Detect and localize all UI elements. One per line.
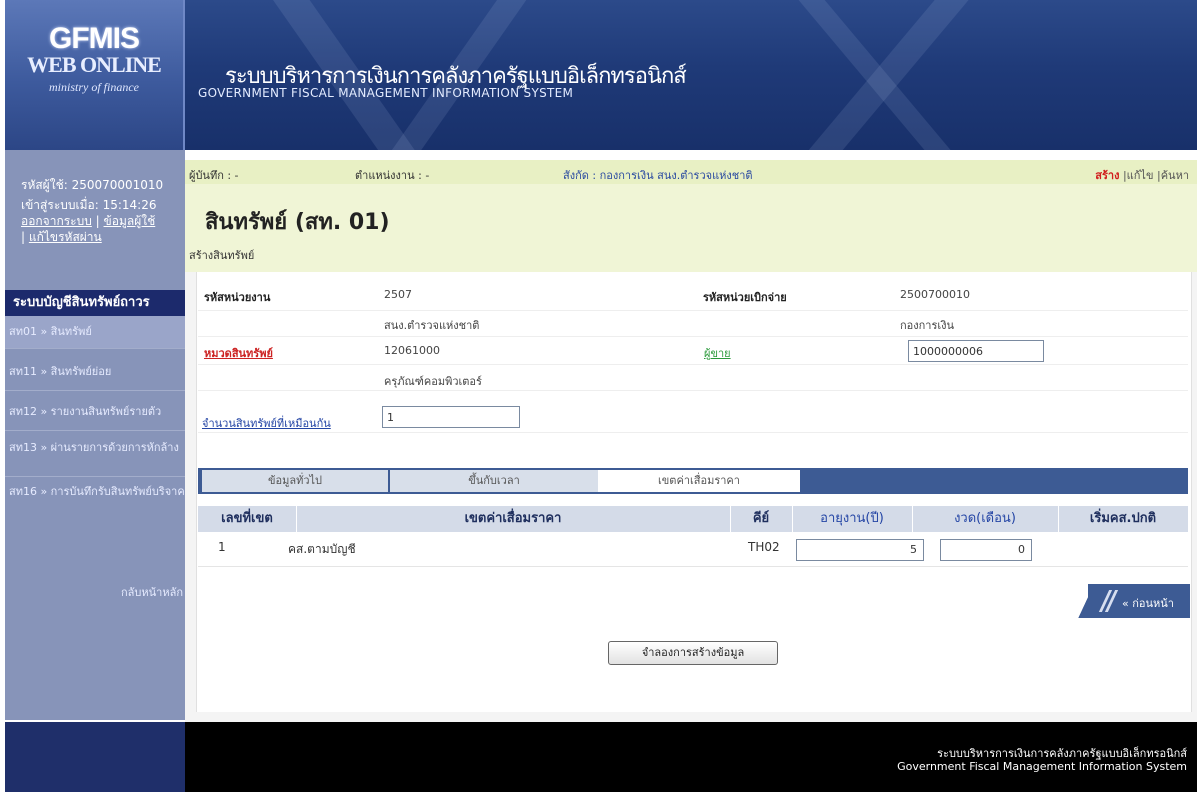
info-bar: ผู้บันทึก : - ตำแหน่งงาน : - สังกัด : กอ… [185,160,1197,185]
separator: | [21,230,29,244]
sidebar-item-st12[interactable]: สท12 » รายงานสินทรัพย์รายตัว [5,400,185,424]
logo-text: GFMIS [49,22,140,55]
sidebar-item-st01[interactable]: สท01 » สินทรัพย์ [5,316,185,348]
separator: | [95,214,104,228]
menu-title: ระบบบัญชีสินทรัพย์ถาวร [5,290,185,316]
app-title-english: GOVERNMENT FISCAL MANAGEMENT INFORMATION… [198,86,574,100]
divider [5,348,185,349]
vendor-input[interactable]: 1000000006 [908,340,1044,362]
quantity-input[interactable]: 1 [382,406,520,428]
area-number: 1 [218,540,226,554]
page-header: สินทรัพย์ (สท. 01) สร้างสินทรัพย์ [185,184,1197,272]
asset-class-code: 12061000 [384,344,440,357]
create-action[interactable]: สร้าง [1095,169,1119,182]
agency-name: สนง.ตำรวจแห่งชาติ [384,319,480,332]
logo: GFMIS WEB ONLINE ministry of finance [5,0,185,150]
tab-general[interactable]: ข้อมูลทั่วไป [202,470,388,492]
affiliation-label: สังกัด : กองการเงิน สนง.ตำรวจแห่งชาติ [563,169,753,182]
divider [5,476,185,477]
divider [198,432,1188,433]
divider [198,364,1188,365]
disbursement-code: 2500700010 [900,288,970,301]
sidebar-item-st13[interactable]: สท13 » ผ่านรายการด้วยการหักล้าง [5,440,185,474]
divider [5,430,185,431]
divider [5,390,185,391]
edit-action[interactable]: แก้ไข [1127,169,1154,182]
disbursement-code-label: รหัสหน่วยเบิกจ่าย [703,291,787,304]
table-header: เลขที่เขต เขตค่าเสื่อมราคา คีย์ อายุงาน(… [198,506,1188,532]
vendor-link[interactable]: ผู้ขาย [704,344,731,362]
position-label: ตำแหน่งงาน : - [355,169,430,182]
divider [198,336,1188,337]
page-subtitle: สร้างสินทรัพย์ [189,249,255,262]
divider [198,390,1188,391]
column-header: เขตค่าเสื่อมราคา [464,511,562,526]
asset-class-link[interactable]: หมวดสินทรัพย์ [204,344,273,362]
table-row: 1 คส.ตามบัญชี TH02 5 0 [198,532,1188,567]
footer-title-english: Government Fiscal Management Information… [897,760,1187,773]
agency-code: 2507 [384,288,412,301]
sidebar: รหัสผู้ใช้: 250070001010 เข้าสู่ระบบเมื่… [5,150,185,720]
app-header: GFMIS WEB ONLINE ministry of finance ระบ… [5,0,1197,150]
agency-code-label: รหัสหน่วยงาน [204,291,271,304]
user-code: รหัสผู้ใช้: 250070001010 [21,178,164,192]
tab-depreciation-area[interactable]: เขตค่าเสื่อมราคา [598,470,800,492]
area-key: TH02 [748,540,780,554]
months-input[interactable]: 0 [940,539,1032,561]
previous-button-label[interactable]: « ก่อนหน้า [1122,594,1174,612]
asset-class-name: ครุภัณฑ์คอมพิวเตอร์ [384,375,482,388]
area-name: คส.ตามบัญชี [288,542,356,556]
search-action[interactable]: ค้นหา [1161,169,1189,182]
page-actions: สร้าง |แก้ไข |ค้นหา [1095,166,1189,184]
home-link[interactable]: กลับหน้าหลัก [5,583,183,601]
column-header: อายุงาน(ปี) [820,511,884,526]
sidebar-item-st16[interactable]: สท16 » การบันทึกรับสินทรัพย์บริจาค [5,484,185,518]
years-input[interactable]: 5 [796,539,924,561]
quantity-link[interactable]: จำนวนสินทรัพย์ที่เหมือนกัน [202,414,331,432]
footer: ระบบบริหารการเงินการคลังภาครัฐแบบอิเล็กท… [185,722,1197,792]
tab-bar: ข้อมูลทั่วไป ขึ้นกับเวลา เขตค่าเสื่อมราค… [198,468,1188,494]
recorder-label: ผู้บันทึก : - [189,169,239,182]
footer-left [5,722,185,792]
column-header: งวด(เดือน) [954,511,1016,526]
simulate-create-button[interactable]: จำลองการสร้างข้อมูล [608,641,778,665]
user-info-link[interactable]: ข้อมูลผู้ใช้ [104,214,156,228]
column-header: เลขที่เขต [221,511,273,526]
sidebar-item-st11[interactable]: สท11 » สินทรัพย์ย่อย [5,360,185,384]
disbursement-name: กองการเงิน [900,319,955,332]
column-header: เริ่มคส.ปกติ [1089,511,1157,526]
tab-time-dependent[interactable]: ขึ้นกับเวลา [390,470,598,492]
divider [198,310,1188,311]
page-title: สินทรัพย์ (สท. 01) [205,210,390,235]
column-header: คีย์ [752,511,770,526]
header-decor [779,0,1005,150]
logo-subtext: WEB ONLINE [27,52,162,77]
change-password-link[interactable]: แก้ไขรหัสผ่าน [29,230,102,244]
logout-link[interactable]: ออกจากระบบ [21,214,92,228]
user-info: รหัสผู้ใช้: 250070001010 เข้าสู่ระบบเมื่… [5,150,185,290]
user-links-2: | แก้ไขรหัสผ่าน [21,228,102,247]
asset-form: รหัสหน่วยงาน 2507 รหัสหน่วยเบิกจ่าย 2500… [198,280,1188,460]
logo-ministry: ministry of finance [49,80,139,94]
